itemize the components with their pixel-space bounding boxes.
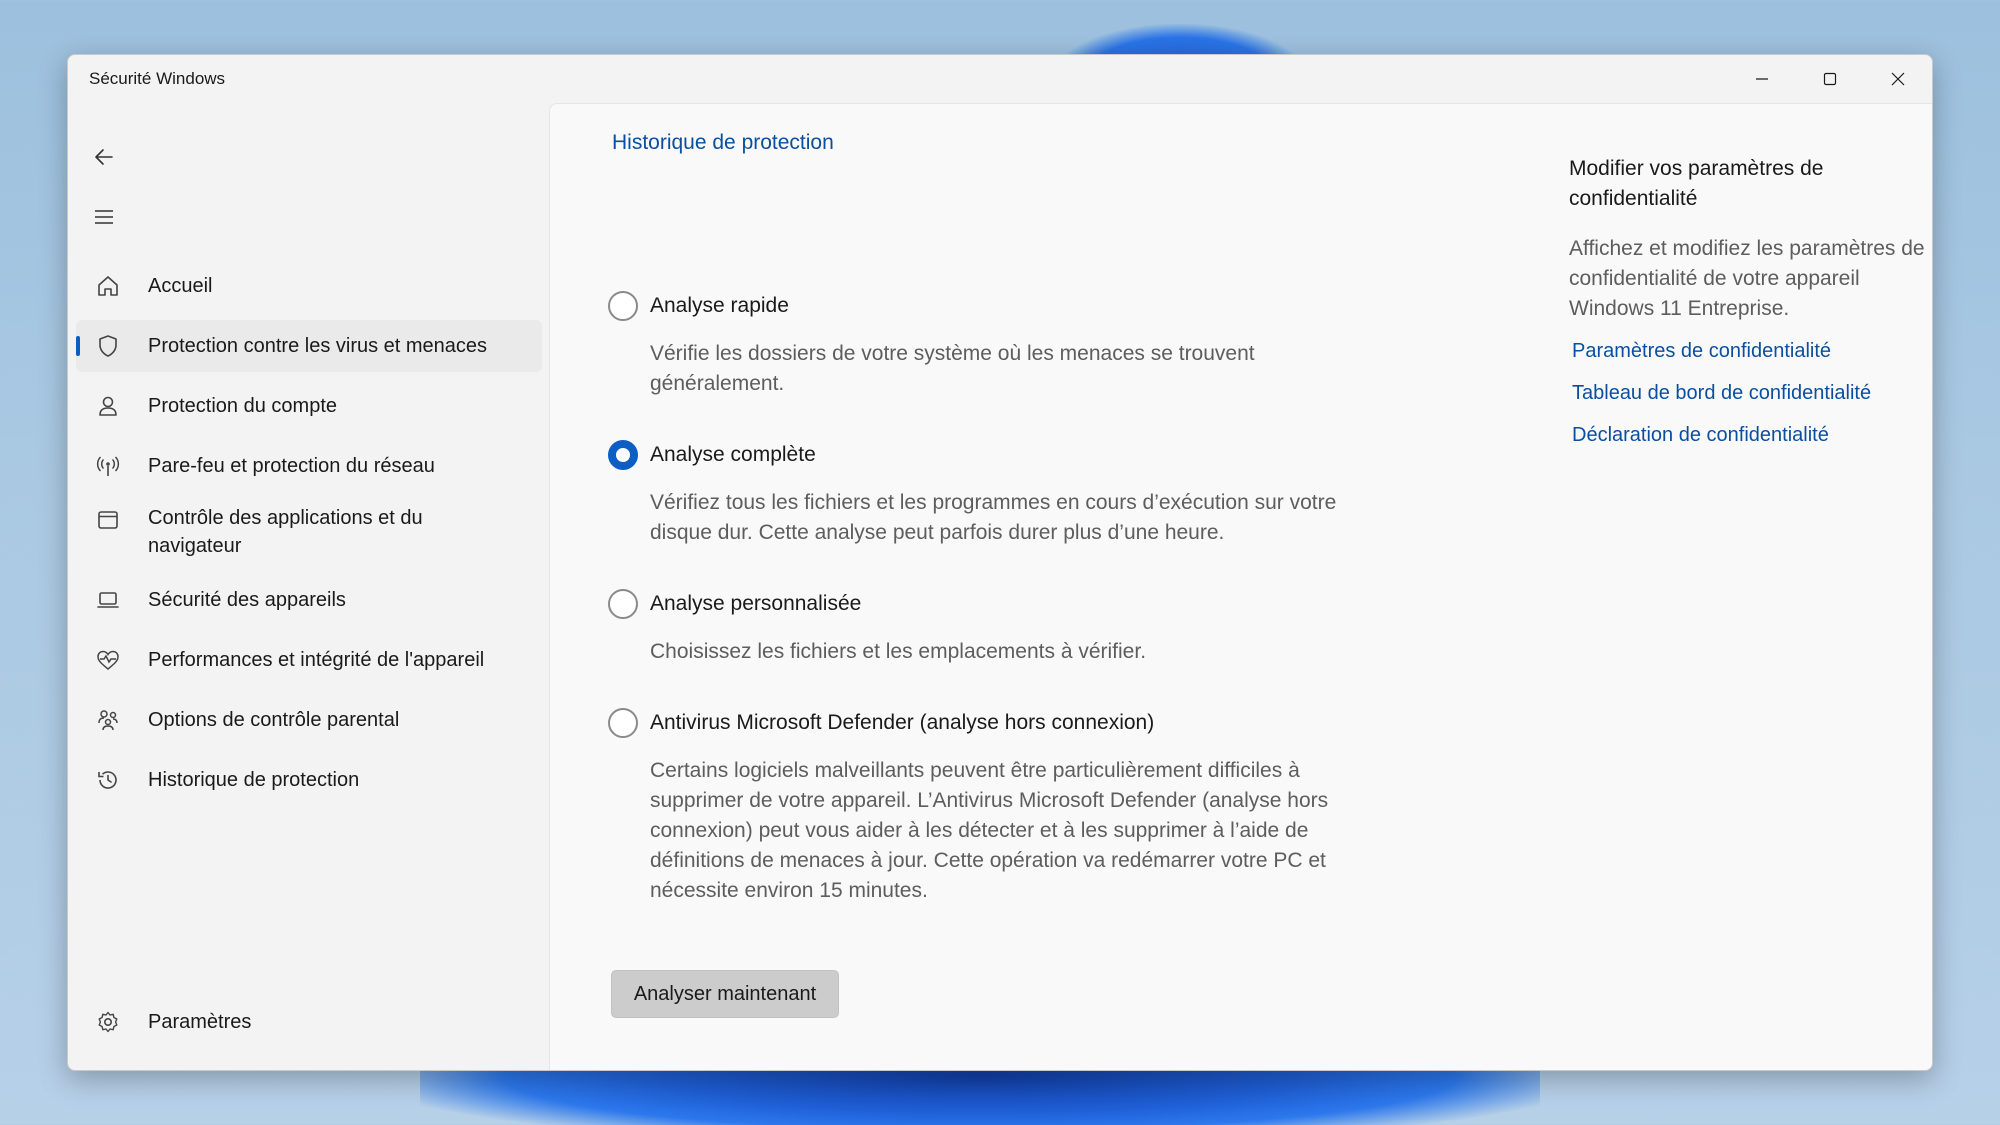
app-title: Sécurité Windows [89, 69, 226, 88]
sidebar-item-label: Accueil [148, 275, 213, 297]
sidebar-item-label: Pare-feu et protection du réseau [148, 455, 435, 477]
privacy-dashboard-link[interactable]: Tableau de bord de confidentialité [1569, 378, 1932, 408]
sidebar-item-label: Contrôle des applications et du navigate… [148, 507, 423, 557]
sidebar-item-label: Sécurité des appareils [148, 589, 346, 611]
shield-icon [96, 334, 120, 358]
sidebar-item-account-protection[interactable]: Protection du compte [76, 380, 542, 432]
back-arrow-icon [95, 149, 113, 165]
sidebar-item-parental-control[interactable]: Options de contrôle parental [76, 694, 542, 746]
laptop-icon [96, 588, 120, 612]
option-description: Vérifiez tous les fichiers et les progra… [650, 491, 1337, 544]
gear-icon [96, 1010, 120, 1034]
home-icon [96, 274, 120, 298]
history-icon [96, 768, 120, 792]
maximize-button[interactable] [1796, 55, 1864, 103]
option-label[interactable]: Analyse personnalisée [650, 589, 861, 619]
privacy-settings-link[interactable]: Paramètres de confidentialité [1569, 336, 1932, 366]
privacy-panel-description: Affichez et modifiez les paramètres de c… [1569, 237, 1925, 320]
radio-quick-scan[interactable] [608, 291, 638, 321]
minimize-icon [1756, 78, 1768, 80]
sidebar-item-label: Protection contre les virus et menaces [148, 335, 488, 357]
privacy-panel-title: Modifier vos paramètres de confidentiali… [1569, 157, 1824, 210]
option-label[interactable]: Antivirus Microsoft Defender (analyse ho… [650, 708, 1154, 738]
heart-pulse-icon [96, 648, 120, 672]
privacy-statement-link[interactable]: Déclaration de confidentialité [1569, 420, 1932, 450]
wifi-antenna-icon [96, 454, 120, 478]
maximize-icon [1823, 72, 1837, 86]
option-description: Certains logiciels malveillants peuvent … [650, 759, 1329, 902]
option-description: Choisissez les fichiers et les emplaceme… [650, 640, 1147, 663]
sidebar-item-protection-history[interactable]: Historique de protection [76, 754, 542, 806]
sidebar-item-label: Options de contrôle parental [148, 709, 400, 731]
app-window-icon [96, 508, 120, 532]
hamburger-menu-button[interactable] [84, 197, 124, 237]
sidebar-item-label: Protection du compte [148, 395, 337, 417]
scan-option-offline: Antivirus Microsoft Defender (analyse ho… [608, 708, 1368, 918]
scan-option-custom: Analyse personnalisée Choisissez les fic… [608, 589, 1368, 679]
sidebar-item-label: Historique de protection [148, 769, 360, 791]
scan-now-button[interactable]: Analyser maintenant [611, 970, 839, 1018]
back-button[interactable] [84, 137, 124, 177]
radio-custom-scan[interactable] [608, 589, 638, 619]
sidebar: Accueil Protection contre les virus et m… [68, 103, 548, 1070]
sidebar-item-device-security[interactable]: Sécurité des appareils [76, 574, 542, 626]
family-icon [96, 708, 120, 732]
sidebar-item-label: Paramètres [148, 1011, 252, 1033]
sidebar-item-virus-protection[interactable]: Protection contre les virus et menaces [76, 320, 542, 372]
radio-full-scan[interactable] [608, 440, 638, 470]
sidebar-item-firewall[interactable]: Pare-feu et protection du réseau [76, 440, 542, 492]
minimize-button[interactable] [1728, 55, 1796, 103]
person-icon [96, 394, 120, 418]
title-bar[interactable]: Sécurité Windows [68, 55, 1932, 103]
radio-offline-scan[interactable] [608, 708, 638, 738]
sidebar-item-device-performance[interactable]: Performances et intégrité de l'appareil [76, 634, 542, 686]
sidebar-item-label: Performances et intégrité de l'appareil [148, 649, 485, 671]
sidebar-item-accueil[interactable]: Accueil [76, 260, 542, 312]
hamburger-icon [95, 210, 113, 224]
privacy-panel: Modifier vos paramètres de confidentiali… [1569, 154, 1932, 450]
protection-history-link[interactable]: Historique de protection [612, 131, 834, 155]
close-button[interactable] [1864, 55, 1932, 103]
option-description: Vérifie les dossiers de votre système où… [650, 342, 1255, 395]
sidebar-item-app-browser-control[interactable]: Contrôle des applications et du navigate… [76, 500, 542, 564]
app-window: Sécurité Windows Accueil Protection cont… [67, 54, 1933, 1071]
close-icon [1891, 72, 1905, 86]
scan-option-full: Analyse complète Vérifiez tous les fichi… [608, 440, 1368, 560]
scan-option-quick: Analyse rapide Vérifie les dossiers de v… [608, 291, 1368, 411]
main-content: Historique de protection Analyse rapide … [549, 103, 1932, 1070]
option-label[interactable]: Analyse rapide [650, 291, 789, 321]
option-label[interactable]: Analyse complète [650, 440, 816, 470]
sidebar-item-settings[interactable]: Paramètres [76, 996, 542, 1048]
